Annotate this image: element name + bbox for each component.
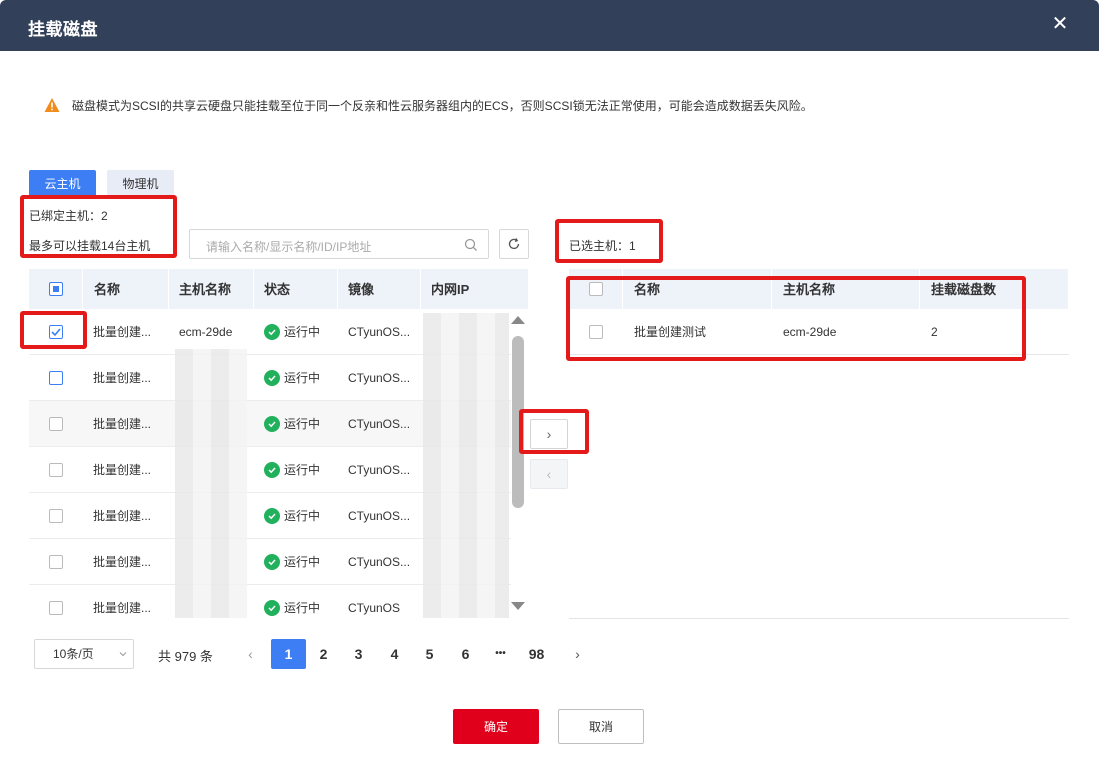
refresh-button[interactable] (499, 229, 529, 259)
dialog-header: 挂载磁盘 ✕ (0, 0, 1099, 51)
host-name-cell: 批量创建... (93, 509, 152, 523)
redacted-ip-column (423, 313, 509, 618)
image-cell: CTyunOS... (348, 509, 411, 523)
host-name-cell: 批量创建... (93, 371, 152, 385)
pagination: 10条/页 共 979 条 ‹ 1 2 3 4 5 6 ••• 98 › (34, 639, 604, 669)
status-text: 运行中 (284, 509, 321, 523)
row-checkbox[interactable] (49, 601, 63, 615)
page-button-5[interactable]: 5 (412, 639, 447, 669)
page-button-1[interactable]: 1 (271, 639, 306, 669)
warning-triangle-icon (44, 98, 60, 112)
host-name-cell: 批量创建... (93, 601, 152, 615)
host-name-cell: 批量创建... (93, 463, 152, 477)
row-checkbox[interactable] (49, 463, 63, 477)
page-button-2[interactable]: 2 (306, 639, 341, 669)
search-icon[interactable] (464, 238, 478, 252)
check-circle-icon (264, 600, 280, 616)
status-cell: 运行中 (264, 493, 334, 539)
search-input[interactable]: 请输入名称/显示名称/ID/IP地址 (189, 229, 489, 259)
check-circle-icon (264, 324, 280, 340)
host-name-cell: 批量创建... (93, 555, 152, 569)
column-header[interactable]: 主机名称 (169, 269, 254, 309)
refresh-icon (508, 238, 520, 250)
page-button-98[interactable]: 98 (519, 639, 554, 669)
image-cell: CTyunOS... (348, 325, 411, 339)
status-text: 运行中 (284, 601, 321, 615)
row-checkbox[interactable] (49, 371, 63, 385)
status-cell: 运行中 (264, 355, 334, 401)
tab-physical-host[interactable]: 物理机 (107, 170, 174, 198)
warning-notice: 磁盘模式为SCSI的共享云硬盘只能挂载至位于同一个反亲和性云服务器组内的ECS，… (44, 97, 813, 113)
check-circle-icon (264, 462, 280, 478)
column-header[interactable]: 内网IP (421, 269, 529, 309)
image-cell: CTyunOS... (348, 463, 411, 477)
next-page-button[interactable]: › (560, 639, 595, 669)
row-checkbox[interactable] (49, 509, 63, 523)
page-size-select[interactable]: 10条/页 (34, 639, 134, 669)
check-circle-icon (264, 416, 280, 432)
table-header: 名称 主机名称 状态 镜像 内网IP (29, 269, 529, 309)
check-circle-icon (264, 508, 280, 524)
cancel-button[interactable]: 取消 (558, 709, 644, 744)
host-name-cell: 批量创建... (93, 325, 152, 339)
chevron-left-icon: ‹ (546, 466, 552, 482)
header-select-cell (29, 269, 83, 309)
move-left-button[interactable]: ‹ (530, 459, 568, 489)
page-size-value: 10条/页 (53, 647, 94, 661)
close-icon[interactable]: ✕ (1049, 13, 1071, 35)
image-cell: CTyunOS... (348, 417, 411, 431)
chevron-down-icon (119, 652, 127, 657)
check-circle-icon (264, 370, 280, 386)
select-all-checkbox[interactable] (49, 282, 63, 296)
column-header[interactable]: 镜像 (338, 269, 421, 309)
host-name-cell: 批量创建... (93, 417, 152, 431)
status-cell: 运行中 (264, 309, 334, 355)
available-hosts-table: 名称 主机名称 状态 镜像 内网IP 批量创建... ecm-29de 运行中 … (29, 269, 529, 618)
warning-text: 磁盘模式为SCSI的共享云硬盘只能挂载至位于同一个反亲和性云服务器组内的ECS，… (72, 98, 813, 113)
status-cell: 运行中 (264, 539, 334, 585)
page-button-4[interactable]: 4 (377, 639, 412, 669)
status-text: 运行中 (284, 325, 321, 339)
status-cell: 运行中 (264, 401, 334, 447)
status-text: 运行中 (284, 555, 321, 569)
status-text: 运行中 (284, 463, 321, 477)
highlight-box-selected-count (555, 219, 663, 263)
scroll-up-icon[interactable] (511, 316, 525, 324)
image-cell: CTyunOS... (348, 371, 411, 385)
status-text: 运行中 (284, 417, 321, 431)
search-placeholder: 请输入名称/显示名称/ID/IP地址 (206, 240, 372, 254)
scroll-down-icon[interactable] (511, 602, 525, 610)
total-count: 共 979 条 (158, 649, 213, 664)
highlight-box-checked-row (20, 311, 87, 349)
table-scrollbar[interactable] (511, 312, 525, 616)
host-type-tabs: 云主机 物理机 (29, 170, 174, 198)
row-checkbox[interactable] (49, 417, 63, 431)
redacted-hostname-column (175, 349, 247, 618)
status-cell: 运行中 (264, 585, 334, 618)
page-button-3[interactable]: 3 (341, 639, 376, 669)
image-cell: CTyunOS... (348, 555, 411, 569)
tab-cloud-host[interactable]: 云主机 (29, 170, 96, 198)
confirm-button[interactable]: 确定 (453, 709, 539, 744)
highlight-box-bound-info (20, 195, 177, 258)
status-text: 运行中 (284, 371, 321, 385)
check-circle-icon (264, 554, 280, 570)
status-cell: 运行中 (264, 447, 334, 493)
page-button-6[interactable]: 6 (448, 639, 483, 669)
column-header[interactable]: 名称 (83, 269, 169, 309)
prev-page-button[interactable]: ‹ (233, 639, 268, 669)
dialog-title: 挂载磁盘 (28, 20, 98, 39)
image-cell: CTyunOS (348, 601, 401, 615)
highlight-box-selected-table (566, 276, 1026, 361)
column-header[interactable]: 状态 (254, 269, 338, 309)
row-checkbox[interactable] (49, 555, 63, 569)
page-ellipsis[interactable]: ••• (483, 639, 518, 669)
